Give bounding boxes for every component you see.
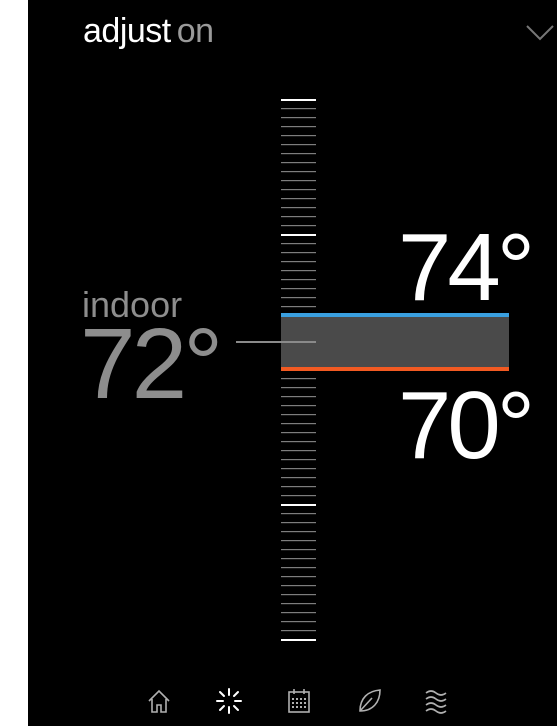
scale-tick	[281, 441, 316, 443]
heat-setpoint-line[interactable]	[281, 367, 509, 371]
scale-tick	[281, 432, 316, 434]
scale-tick	[281, 306, 316, 308]
scale-tick	[281, 216, 316, 218]
scale-tick	[281, 567, 316, 569]
scale-tick	[281, 477, 316, 479]
indoor-temp-marker	[236, 341, 316, 343]
scale-tick	[281, 252, 316, 254]
scale-tick	[281, 531, 316, 533]
scale-tick	[281, 630, 316, 632]
scale-tick	[281, 495, 316, 497]
scale-tick	[281, 612, 316, 614]
scale-tick	[281, 522, 316, 524]
scale-tick	[281, 171, 316, 173]
scale-tick	[281, 387, 316, 389]
scale-tick	[281, 450, 316, 452]
scale-tick	[281, 540, 316, 542]
home-icon[interactable]	[144, 686, 174, 716]
scale-tick	[281, 180, 316, 182]
scale-tick	[281, 639, 316, 641]
scale-tick	[281, 549, 316, 551]
scale-tick	[281, 162, 316, 164]
cool-setpoint-value[interactable]: 74°	[398, 220, 535, 316]
scale-tick	[281, 153, 316, 155]
scale-tick	[281, 576, 316, 578]
scale-tick	[281, 135, 316, 137]
scale-tick	[281, 486, 316, 488]
scale-tick	[281, 270, 316, 272]
scale-tick	[281, 261, 316, 263]
scale-tick	[281, 513, 316, 515]
scale-tick	[281, 504, 316, 506]
indoor-temp: 72°	[80, 308, 223, 420]
scale-tick	[281, 189, 316, 191]
scale-tick	[281, 297, 316, 299]
scale-tick	[281, 414, 316, 416]
scale-tick	[281, 207, 316, 209]
scale-tick	[281, 378, 316, 380]
scale-tick	[281, 279, 316, 281]
scale-tick	[281, 603, 316, 605]
thermostat-screen: adjust on indoor 72° 74° 70°	[28, 0, 557, 726]
scale-tick	[281, 585, 316, 587]
scale-tick	[281, 108, 316, 110]
scale-tick	[281, 198, 316, 200]
scale-tick	[281, 243, 316, 245]
scale-tick	[281, 225, 316, 227]
scale-tick	[281, 558, 316, 560]
scale-tick	[281, 126, 316, 128]
scale-tick	[281, 423, 316, 425]
bottom-nav	[28, 676, 557, 726]
fan-icon[interactable]	[214, 686, 244, 716]
scale-tick	[281, 288, 316, 290]
scale-tick	[281, 405, 316, 407]
leaf-icon[interactable]	[354, 686, 384, 716]
scale-tick	[281, 234, 316, 236]
heat-setpoint-value[interactable]: 70°	[398, 378, 535, 474]
scale-tick	[281, 117, 316, 119]
scale-tick	[281, 99, 316, 101]
scale-tick	[281, 144, 316, 146]
scale-tick	[281, 468, 316, 470]
calendar-icon[interactable]	[284, 686, 314, 716]
scale-tick	[281, 594, 316, 596]
scale-tick	[281, 459, 316, 461]
scale-tick	[281, 621, 316, 623]
scale-tick	[281, 396, 316, 398]
humidity-icon[interactable]	[422, 686, 452, 716]
